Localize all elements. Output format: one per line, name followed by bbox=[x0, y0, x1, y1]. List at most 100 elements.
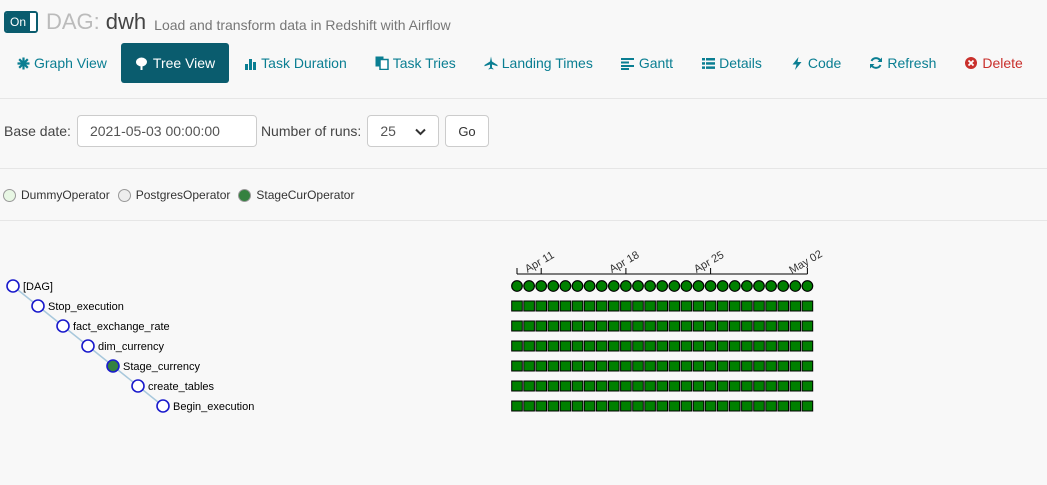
num-runs-select[interactable]: 25 bbox=[367, 115, 440, 147]
task-instance-status[interactable] bbox=[523, 340, 535, 352]
nav-task-duration[interactable]: Task Duration bbox=[229, 43, 361, 83]
task-instance-status[interactable] bbox=[608, 380, 620, 392]
task-instance-status[interactable] bbox=[620, 400, 632, 412]
dag-run-status[interactable] bbox=[704, 280, 717, 292]
task-instance-status[interactable] bbox=[571, 300, 584, 312]
task-instance-status[interactable] bbox=[765, 360, 777, 372]
task-instance-status[interactable] bbox=[753, 380, 765, 392]
task-instance-status[interactable] bbox=[511, 340, 523, 352]
task-instance-status[interactable] bbox=[656, 320, 669, 332]
dag-run-status[interactable] bbox=[692, 280, 705, 292]
task-instance-status[interactable] bbox=[777, 300, 790, 312]
task-instance-status[interactable] bbox=[680, 320, 693, 332]
task-instance-status[interactable] bbox=[559, 340, 572, 352]
task-instance-status[interactable] bbox=[801, 380, 814, 392]
task-instance-status[interactable] bbox=[692, 360, 705, 372]
task-instance-status[interactable] bbox=[523, 360, 535, 372]
dag-run-status[interactable] bbox=[728, 280, 741, 292]
dag-run-status[interactable] bbox=[789, 280, 802, 292]
nav-graph-view[interactable]: Graph View bbox=[2, 43, 121, 83]
task-instance-status[interactable] bbox=[777, 380, 790, 392]
base-date-input[interactable]: 2021-05-03 00:00:00 bbox=[76, 115, 257, 147]
task-instance-status[interactable] bbox=[632, 380, 644, 392]
task-instance-status[interactable] bbox=[571, 380, 584, 392]
task-instance-status[interactable] bbox=[716, 360, 729, 372]
task-instance-status[interactable] bbox=[547, 360, 560, 372]
task-instance-status[interactable] bbox=[608, 300, 620, 312]
task-instance-status[interactable] bbox=[801, 400, 814, 412]
nav-gantt[interactable]: Gantt bbox=[607, 43, 687, 83]
task-instance-status[interactable] bbox=[704, 320, 717, 332]
task-instance-status[interactable] bbox=[523, 300, 535, 312]
dag-run-status[interactable] bbox=[559, 280, 572, 292]
task-instance-status[interactable] bbox=[801, 360, 814, 372]
task-instance-status[interactable] bbox=[535, 300, 548, 312]
dag-run-status[interactable] bbox=[535, 280, 548, 292]
dag-run-status[interactable] bbox=[716, 280, 729, 292]
task-instance-status[interactable] bbox=[559, 360, 572, 372]
task-instance-status[interactable] bbox=[608, 360, 620, 372]
task-instance-status[interactable] bbox=[511, 300, 523, 312]
task-instance-status[interactable] bbox=[583, 400, 596, 412]
task-instance-status[interactable] bbox=[523, 320, 535, 332]
dag-run-status[interactable] bbox=[523, 280, 535, 292]
task-instance-status[interactable] bbox=[668, 320, 681, 332]
task-instance-status[interactable] bbox=[620, 380, 632, 392]
task-instance-status[interactable] bbox=[716, 340, 729, 352]
dag-run-status[interactable] bbox=[741, 280, 753, 292]
dag-run-status[interactable] bbox=[511, 280, 523, 292]
go-button[interactable]: Go bbox=[445, 115, 489, 147]
task-instance-status[interactable] bbox=[668, 360, 681, 372]
task-instance-status[interactable] bbox=[608, 340, 620, 352]
task-instance-status[interactable] bbox=[789, 300, 802, 312]
task-instance-status[interactable] bbox=[765, 380, 777, 392]
task-instance-status[interactable] bbox=[729, 300, 741, 312]
task-instance-status[interactable] bbox=[753, 360, 765, 372]
task-instance-status[interactable] bbox=[620, 320, 632, 332]
task-instance-status[interactable] bbox=[523, 380, 535, 392]
nav-tree-view[interactable]: Tree View bbox=[120, 43, 230, 83]
task-instance-status[interactable] bbox=[595, 320, 608, 332]
task-instance-status[interactable] bbox=[535, 320, 548, 332]
dag-run-status[interactable] bbox=[801, 280, 814, 292]
task-instance-status[interactable] bbox=[741, 360, 753, 372]
task-instance-status[interactable] bbox=[777, 360, 790, 372]
task-instance-status[interactable] bbox=[571, 320, 584, 332]
task-instance-status[interactable] bbox=[789, 400, 802, 412]
tree-node[interactable] bbox=[56, 319, 70, 333]
task-instance-status[interactable] bbox=[680, 300, 693, 312]
task-instance-status[interactable] bbox=[595, 400, 608, 412]
task-instance-status[interactable] bbox=[753, 300, 765, 312]
task-instance-status[interactable] bbox=[668, 300, 681, 312]
task-instance-status[interactable] bbox=[595, 380, 608, 392]
task-instance-status[interactable] bbox=[535, 400, 548, 412]
dag-run-status[interactable] bbox=[668, 280, 681, 292]
task-instance-status[interactable] bbox=[595, 340, 608, 352]
task-instance-status[interactable] bbox=[789, 320, 802, 332]
task-instance-status[interactable] bbox=[716, 400, 729, 412]
task-instance-status[interactable] bbox=[741, 380, 753, 392]
task-instance-status[interactable] bbox=[716, 320, 729, 332]
task-instance-status[interactable] bbox=[547, 400, 560, 412]
task-instance-status[interactable] bbox=[595, 360, 608, 372]
dag-run-status[interactable] bbox=[753, 280, 765, 292]
task-instance-status[interactable] bbox=[547, 320, 560, 332]
task-instance-status[interactable] bbox=[571, 340, 584, 352]
task-instance-status[interactable] bbox=[656, 340, 669, 352]
task-instance-status[interactable] bbox=[753, 340, 765, 352]
task-instance-status[interactable] bbox=[789, 360, 802, 372]
nav-task-tries[interactable]: Task Tries bbox=[361, 43, 470, 83]
task-instance-status[interactable] bbox=[656, 400, 669, 412]
task-instance-status[interactable] bbox=[511, 400, 523, 412]
nav-landing-times[interactable]: Landing Times bbox=[470, 43, 607, 83]
dag-pause-toggle[interactable]: On bbox=[4, 11, 38, 33]
task-instance-status[interactable] bbox=[704, 400, 717, 412]
task-instance-status[interactable] bbox=[777, 400, 790, 412]
task-instance-status[interactable] bbox=[632, 300, 644, 312]
task-instance-status[interactable] bbox=[644, 380, 656, 392]
task-instance-status[interactable] bbox=[644, 360, 656, 372]
task-instance-status[interactable] bbox=[704, 300, 717, 312]
task-instance-status[interactable] bbox=[511, 320, 523, 332]
task-instance-status[interactable] bbox=[741, 340, 753, 352]
task-instance-status[interactable] bbox=[680, 360, 693, 372]
